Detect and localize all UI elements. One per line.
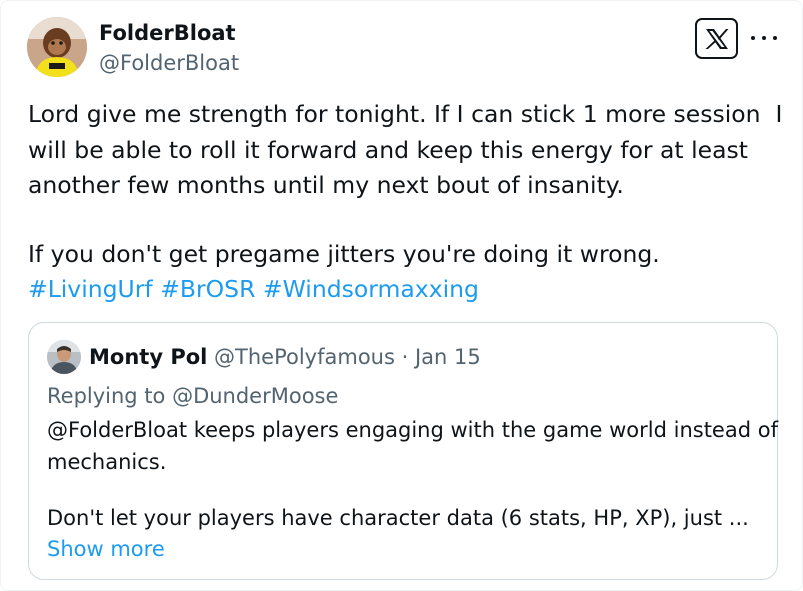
quoted-text: @FolderBloat keeps players engaging with… xyxy=(47,415,778,535)
show-more-link[interactable]: Show more xyxy=(47,535,165,563)
tweet-text-line: will be able to roll it forward and keep… xyxy=(28,135,748,164)
author-handle[interactable]: @FolderBloat xyxy=(99,49,239,77)
x-logo-icon[interactable] xyxy=(695,18,738,59)
quoted-text-line: @FolderBloat keeps players engaging with… xyxy=(47,418,778,442)
tweet-text: Lord give me strength for tonight. If I … xyxy=(28,97,788,308)
quoted-text-line: Don't let your players have character da… xyxy=(47,506,749,530)
quoted-header: Monty Pol @ThePolyfamous · Jan 15 xyxy=(89,343,481,371)
hashtag-link[interactable]: #BrOSR xyxy=(160,275,255,303)
author-avatar[interactable] xyxy=(27,17,87,77)
quoted-tweet[interactable]: Monty Pol @ThePolyfamous · Jan 15 Replyi… xyxy=(28,322,778,580)
hashtag-list: #LivingUrf #BrOSR #Windsormaxxing xyxy=(28,272,788,308)
tweet-text-line: If you don't get pregame jitters you're … xyxy=(28,239,660,268)
tweet-text-line: Lord give me strength for tonight. If I … xyxy=(28,100,783,128)
hashtag-link[interactable]: #Windsormaxxing xyxy=(263,275,479,303)
quoted-text-line: mechanics. xyxy=(47,449,167,474)
more-options-icon[interactable] xyxy=(751,27,777,49)
author-display-name[interactable]: FolderBloat xyxy=(99,19,236,47)
quoted-author-avatar[interactable] xyxy=(47,340,81,374)
replying-to-label: Replying to @DunderMoose xyxy=(47,384,339,408)
hashtag-link[interactable]: #LivingUrf xyxy=(28,275,153,303)
tweet-card: FolderBloat @FolderBloat Lord give me st… xyxy=(0,0,803,591)
tweet-text-line: another few months until my next bout of… xyxy=(28,171,624,199)
quoted-author-name[interactable]: Monty Pol xyxy=(89,345,207,369)
quoted-author-meta: @ThePolyfamous · Jan 15 xyxy=(214,345,481,369)
